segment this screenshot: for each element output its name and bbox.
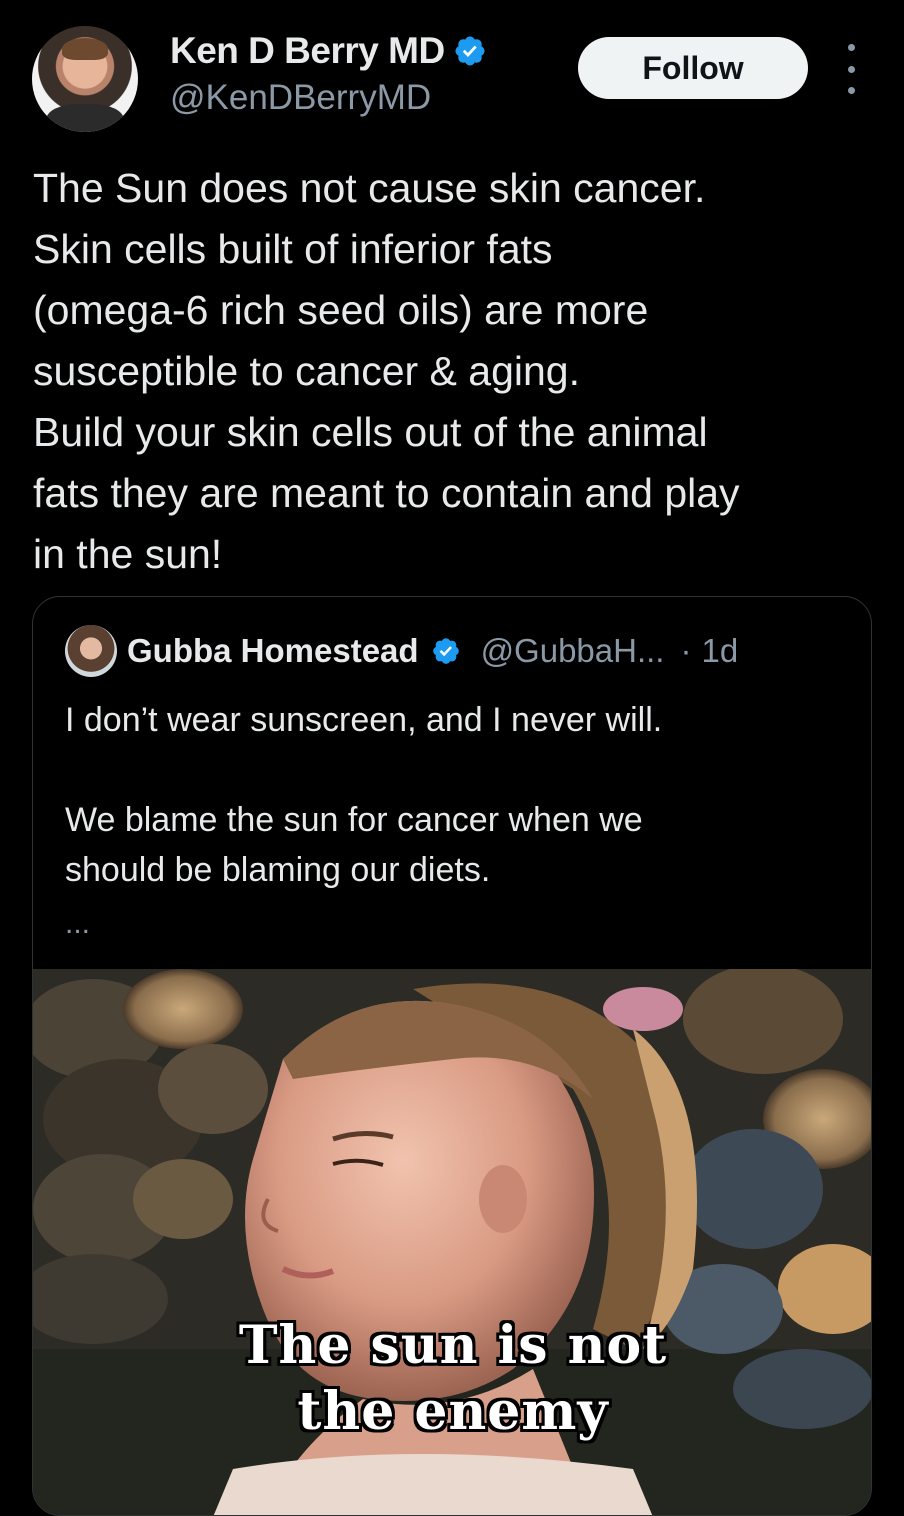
more-dot: [847, 65, 855, 73]
quoted-header: Gubba Homestead @GubbaH... · 1d: [65, 625, 738, 677]
author-name[interactable]: Ken D Berry MD: [170, 30, 445, 72]
avatar-shirt: [46, 104, 124, 132]
author-name-row[interactable]: Ken D Berry MD: [170, 30, 487, 72]
quoted-ellipsis: ...: [65, 907, 91, 940]
quoted-separator: ·: [680, 632, 692, 669]
quoted-author-handle: @GubbaH...: [480, 632, 665, 669]
author-handle[interactable]: @KenDBerryMD: [170, 78, 431, 118]
follow-button[interactable]: Follow: [578, 37, 808, 99]
more-dot: [847, 44, 855, 51]
verified-badge-icon: [455, 36, 485, 66]
avatar-hair: [62, 38, 108, 60]
post-text: The Sun does not cause skin cancer. Skin…: [33, 165, 740, 577]
quoted-post[interactable]: Gubba Homestead @GubbaH... · 1d I don’t …: [32, 596, 872, 1516]
verified-badge-icon: [432, 638, 459, 664]
more-dot: [847, 87, 855, 94]
quoted-text: I don’t wear sunscreen, and I never will…: [65, 701, 663, 889]
quoted-avatar: [65, 625, 117, 677]
media-caption-line-2: the enemy: [297, 1381, 609, 1442]
more-vertical-icon[interactable]: [834, 44, 868, 94]
media-caption-line-1: The sun is not: [238, 1315, 668, 1376]
author-avatar[interactable]: [32, 26, 138, 132]
quoted-timestamp: 1d: [701, 632, 739, 669]
quoted-media[interactable]: The sun is not the enemy: [33, 969, 871, 1515]
quoted-author-name: Gubba Homestead: [127, 632, 419, 669]
